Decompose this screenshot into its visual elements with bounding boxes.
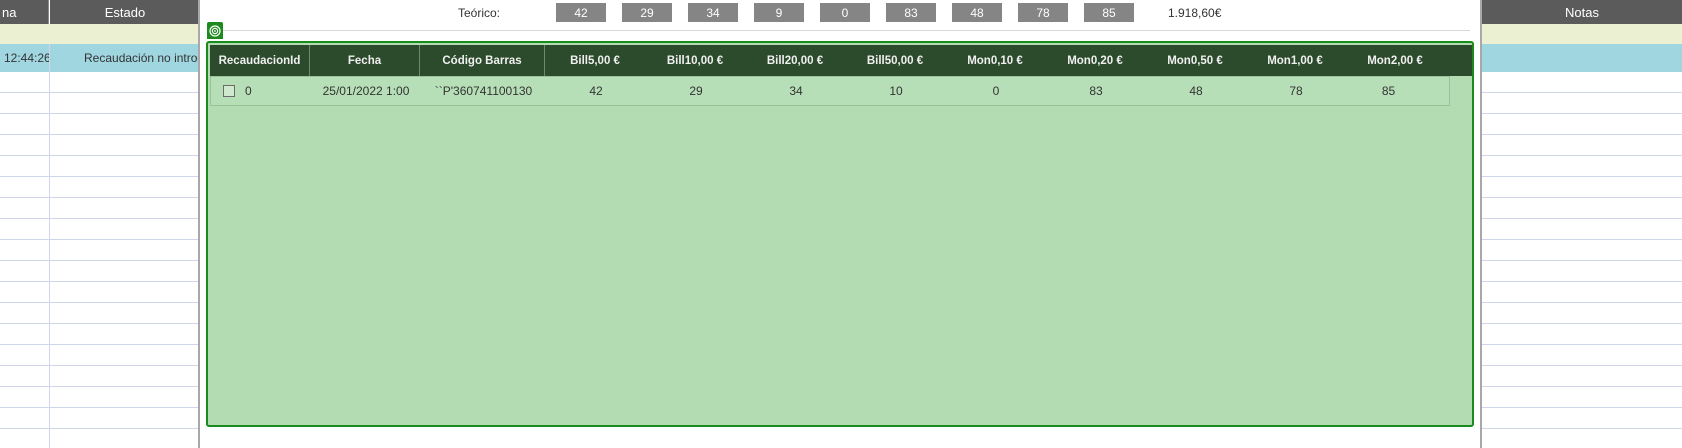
row-checkbox[interactable] [223, 85, 235, 97]
column-header-estado[interactable]: Estado [50, 0, 200, 24]
row-estado: Recaudación no introduc [84, 51, 200, 65]
teorico-value-mon020: 83 [886, 3, 936, 22]
recaudacion-grid-panel: RecaudacionId Fecha Código Barras Bill5,… [206, 41, 1474, 427]
cell-bill20: 34 [789, 84, 803, 98]
target-icon[interactable] [207, 22, 223, 39]
column-header-mon010[interactable]: Mon0,10 € [945, 45, 1045, 76]
teorico-value-mon200: 85 [1084, 3, 1134, 22]
filter-row[interactable] [0, 24, 200, 44]
cell-mon020: 83 [1089, 84, 1103, 98]
cell-bill50: 10 [889, 84, 903, 98]
list-empty-rows [0, 72, 200, 448]
cell-bill5: 42 [589, 84, 603, 98]
column-header-recaudacionid[interactable]: RecaudacionId [210, 45, 310, 76]
teorico-value-bill10: 29 [622, 3, 672, 22]
teorico-value-mon010: 0 [820, 3, 870, 22]
column-header-bill10[interactable]: Bill10,00 € [645, 45, 745, 76]
cell-recaudacionid: 0 [211, 77, 311, 105]
teorico-total: 1.918,60€ [1168, 6, 1222, 20]
table-row[interactable]: 0 25/01/2022 1:00 ``P'360741100130 42 29… [210, 76, 1450, 106]
background-list-left: na Estado 12:44:26 Recaudación no introd… [0, 0, 200, 448]
list-empty-rows [1482, 72, 1682, 448]
cell-bill10: 29 [689, 84, 703, 98]
cell-mon100: 78 [1289, 84, 1303, 98]
column-header-bill20[interactable]: Bill20,00 € [745, 45, 845, 76]
teorico-label: Teórico: [458, 6, 501, 20]
teorico-value-mon050: 48 [952, 3, 1002, 22]
list-row-selected[interactable] [1482, 44, 1682, 72]
background-list-right: Notas [1482, 0, 1682, 448]
cell-codigo-barras: ``P'360741100130 [434, 84, 533, 98]
column-header-mon200[interactable]: Mon2,00 € [1345, 45, 1445, 76]
column-header-mon100[interactable]: Mon1,00 € [1245, 45, 1345, 76]
teorico-value-mon100: 78 [1018, 3, 1068, 22]
column-divider [49, 44, 50, 448]
teorico-bar: Teórico: 42 29 34 9 0 83 48 78 85 1.918,… [220, 0, 1470, 31]
column-header-fecha[interactable]: Fecha [310, 45, 420, 76]
column-header-bill50[interactable]: Bill50,00 € [845, 45, 945, 76]
column-header-mon050[interactable]: Mon0,50 € [1145, 45, 1245, 76]
cell-id-value: 0 [245, 84, 252, 98]
cell-mon010: 0 [992, 84, 1000, 98]
list-row-selected[interactable]: 12:44:26 Recaudación no introduc [0, 44, 200, 72]
grid-header: RecaudacionId Fecha Código Barras Bill5,… [210, 45, 1472, 76]
column-header-fecha[interactable]: na [0, 0, 49, 24]
cell-mon050: 48 [1189, 84, 1203, 98]
row-time: 12:44:26 [4, 51, 51, 65]
teorico-value-bill20: 34 [688, 3, 738, 22]
column-header-notas[interactable]: Notas [1482, 0, 1682, 24]
column-header-mon020[interactable]: Mon0,20 € [1045, 45, 1145, 76]
column-header-bill5[interactable]: Bill5,00 € [545, 45, 645, 76]
cell-fecha: 25/01/2022 1:00 [322, 84, 410, 98]
teorico-value-bill50: 9 [754, 3, 804, 22]
column-header-codigo-barras[interactable]: Código Barras [420, 45, 545, 76]
cell-mon200: 85 [1381, 84, 1396, 98]
teorico-value-bill5: 42 [556, 3, 606, 22]
filter-row[interactable] [1482, 24, 1682, 44]
divider [198, 0, 200, 448]
